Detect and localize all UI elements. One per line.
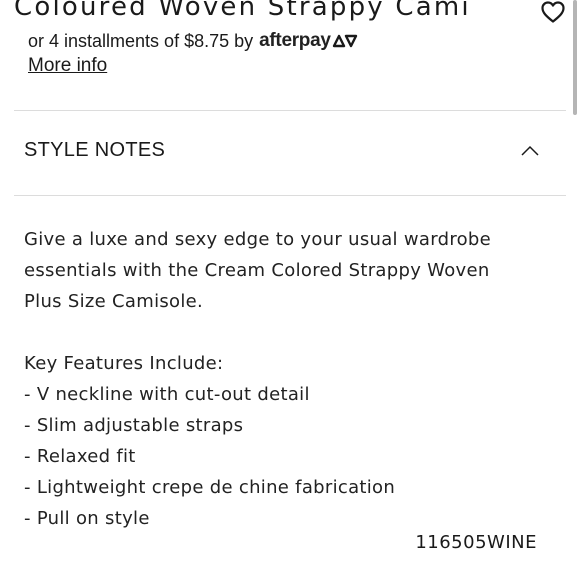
- afterpay-wordmark: afterpay: [259, 30, 331, 51]
- style-notes-toggle[interactable]: STYLE NOTES: [14, 111, 566, 195]
- scrollbar[interactable]: [573, 0, 577, 115]
- feature-list: - V neckline with cut-out detail - Slim …: [24, 379, 554, 534]
- product-sku: 116505WINE: [415, 532, 537, 553]
- description-line: Plus Size Camisole.: [24, 291, 204, 312]
- wishlist-button[interactable]: [540, 0, 566, 24]
- description-line: Give a luxe and sexy edge to your usual …: [24, 229, 492, 250]
- more-info-link[interactable]: More info: [28, 55, 107, 77]
- feature-item: - Pull on style: [24, 508, 150, 529]
- description-line: essentials with the Cream Colored Strapp…: [24, 260, 490, 281]
- feature-item: - Slim adjustable straps: [24, 415, 244, 436]
- style-notes-heading: STYLE NOTES: [24, 139, 166, 161]
- heart-outline-icon: [541, 1, 565, 23]
- afterpay-logo: afterpay: [259, 30, 358, 52]
- feature-item: - Lightweight crepe de chine fabrication: [24, 477, 396, 498]
- feature-item: - Relaxed fit: [24, 446, 136, 467]
- feature-item: - V neckline with cut-out detail: [24, 384, 310, 405]
- chevron-up-icon: [521, 145, 539, 156]
- installments-text: or 4 installments of $8.75 by: [28, 30, 254, 51]
- installments-info: or 4 installments of $8.75 by afterpay: [28, 30, 358, 52]
- divider: [14, 195, 566, 196]
- product-title: Coloured Woven Strappy Cami: [14, 0, 471, 22]
- afterpay-logo-icon: [332, 34, 357, 48]
- features-heading: Key Features Include:: [24, 353, 224, 374]
- style-notes-content: Give a luxe and sexy edge to your usual …: [24, 224, 554, 534]
